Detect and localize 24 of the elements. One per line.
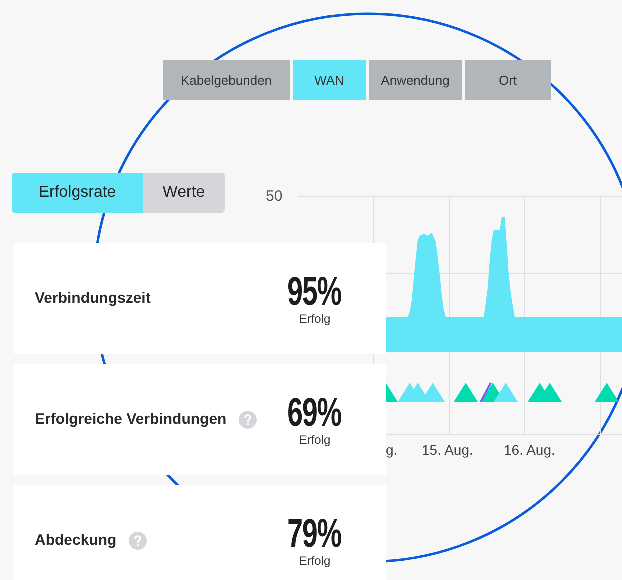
tab[interactable]: Anwendung: [369, 60, 462, 100]
metric-value: 79%: [288, 514, 342, 554]
axis-label: 16. Aug.: [504, 442, 556, 458]
metric-value: 95%: [288, 272, 342, 312]
tab[interactable]: Ort: [465, 60, 551, 100]
help-icon[interactable]: [238, 410, 257, 428]
event-marker: [595, 383, 619, 402]
event-marker: [454, 383, 478, 402]
tab[interactable]: WAN: [293, 60, 366, 100]
axis-label: g.: [386, 442, 398, 458]
toggle-option[interactable]: Erfolgsrate: [12, 173, 143, 213]
help-icon[interactable]: [128, 532, 147, 550]
metric-value: 69%: [288, 392, 342, 432]
tab[interactable]: Kabelgebunden: [163, 60, 290, 100]
toggle-option[interactable]: Werte: [143, 173, 225, 213]
event-marker: [494, 383, 518, 402]
axis-label: 15. Aug.: [422, 442, 474, 458]
metric-caption: Erfolg: [299, 312, 331, 326]
metric-label: Erfolgreiche Verbindungen: [35, 411, 227, 428]
metric-caption: Erfolg: [299, 554, 331, 568]
metric-label: Abdeckung: [35, 532, 117, 549]
metric-caption: Erfolg: [299, 432, 331, 446]
axis-label: 50: [266, 188, 283, 205]
metric-label: Verbindungszeit: [35, 290, 151, 307]
